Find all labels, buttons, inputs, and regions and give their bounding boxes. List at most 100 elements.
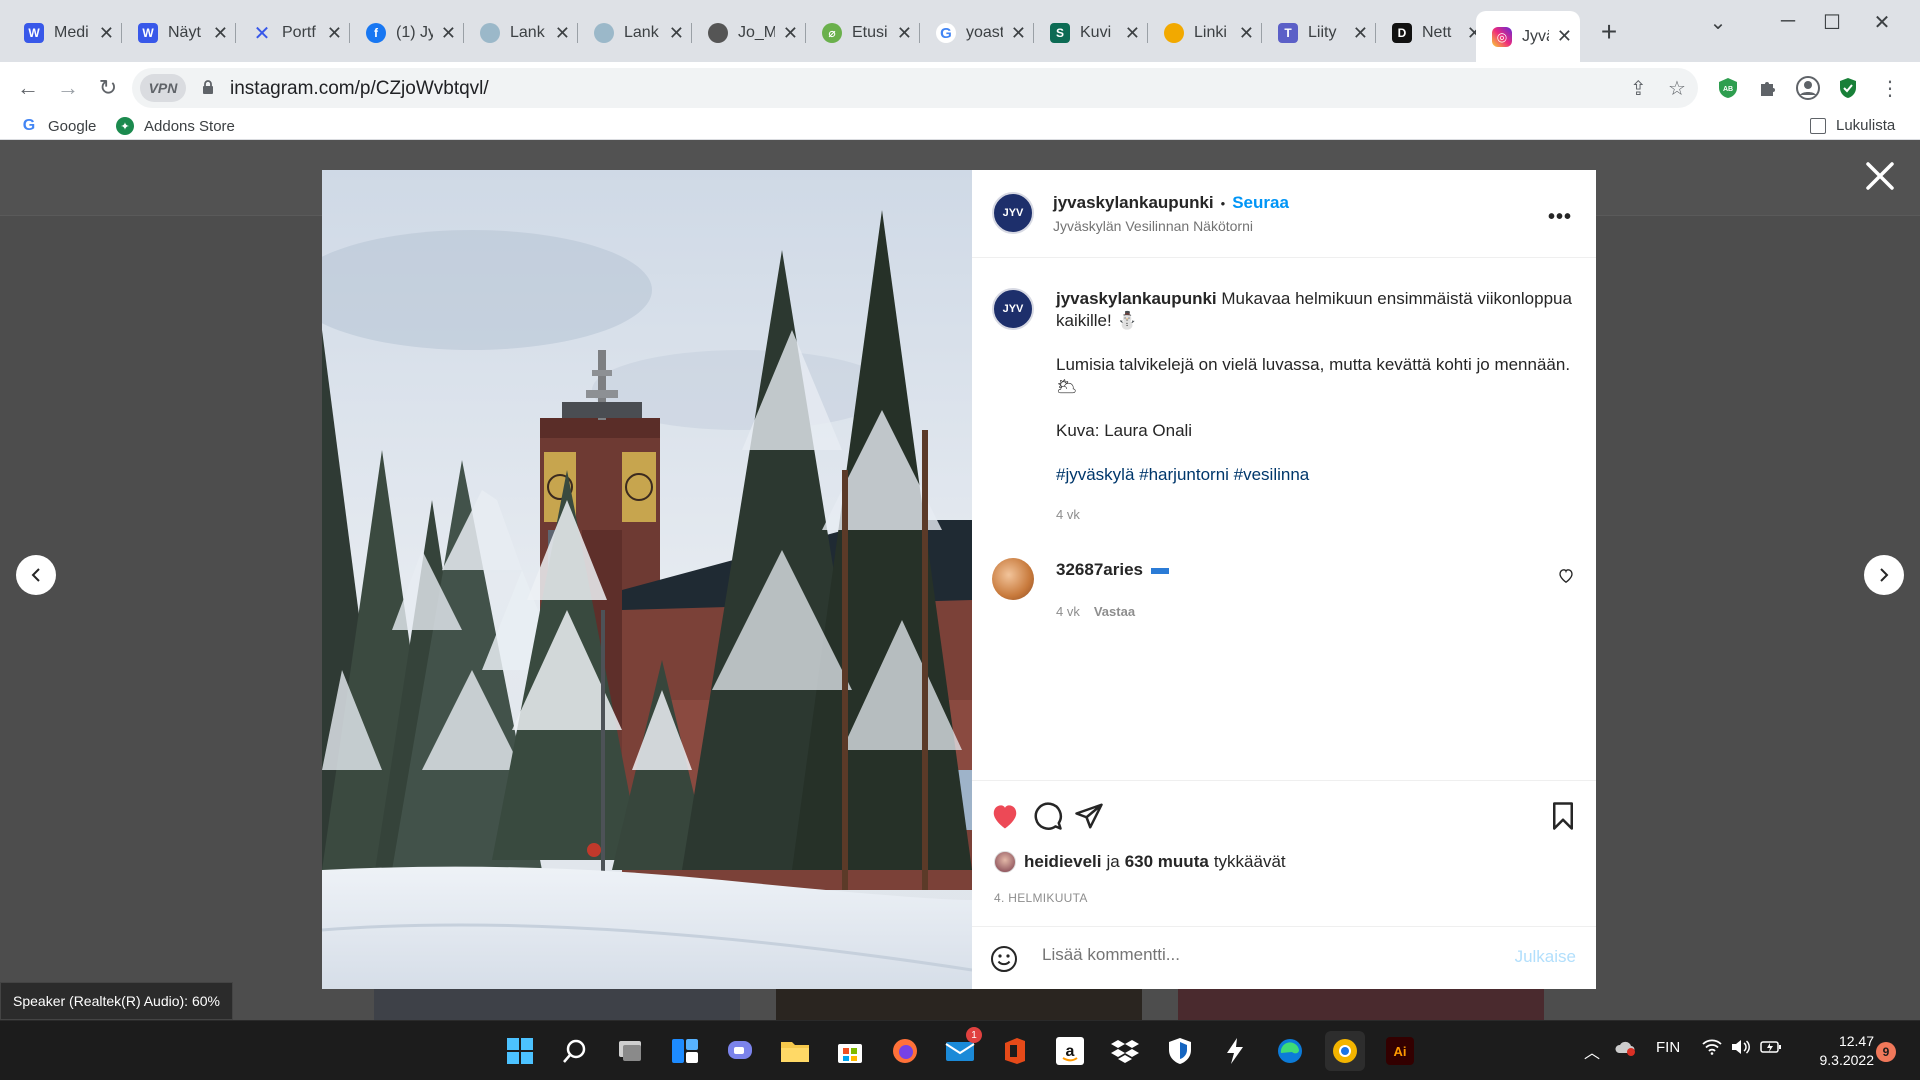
close-tab-icon[interactable]: ✕ — [99, 23, 114, 44]
previous-post-button[interactable] — [16, 555, 56, 595]
reload-button[interactable]: ↻ — [92, 72, 124, 104]
likes-count[interactable]: 630 muuta — [1125, 852, 1209, 872]
volume-icon[interactable] — [1730, 1039, 1750, 1059]
widgets-icon[interactable] — [665, 1031, 705, 1071]
address-bar[interactable]: VPN instagram.com/p/CZjoWvbtqvl/ ⇪ ☆ — [132, 68, 1698, 108]
security-shield-icon[interactable] — [1834, 74, 1862, 102]
author-username[interactable]: jyvaskylankaupunki — [1053, 193, 1214, 213]
forward-button[interactable]: → — [52, 72, 84, 104]
close-tab-icon[interactable]: ✕ — [555, 23, 570, 44]
commenter-avatar[interactable] — [992, 558, 1034, 600]
onedrive-cloud-icon[interactable] — [1614, 1039, 1636, 1061]
emoji-smiley-icon[interactable] — [990, 945, 1018, 973]
close-tab-icon[interactable]: ✕ — [1239, 23, 1254, 44]
chrome-icon[interactable] — [1325, 1031, 1365, 1071]
close-tab-icon[interactable]: ✕ — [213, 23, 228, 44]
close-tab-icon[interactable]: ✕ — [897, 23, 912, 44]
caption-author-avatar[interactable]: JYV — [992, 288, 1034, 330]
author-avatar[interactable]: JYV — [992, 192, 1034, 234]
browser-tab[interactable]: Lank ✕ — [464, 13, 578, 53]
comment-age[interactable]: 4 vk — [1056, 604, 1080, 619]
back-button[interactable]: ← — [12, 72, 44, 104]
like-heart-filled-icon[interactable] — [990, 801, 1020, 831]
first-liker-username[interactable]: heidieveli — [1024, 852, 1101, 872]
illustrator-icon[interactable]: Ai — [1380, 1031, 1420, 1071]
close-tab-icon[interactable]: ✕ — [327, 23, 342, 44]
browser-tab[interactable]: W Medi ✕ — [8, 13, 122, 53]
close-tab-icon[interactable]: ✕ — [1557, 26, 1572, 47]
browser-tab[interactable]: S Kuvi ✕ — [1034, 13, 1148, 53]
start-windows-icon[interactable] — [500, 1031, 540, 1071]
dropbox-icon[interactable] — [1105, 1031, 1145, 1071]
tray-overflow-chevron-icon[interactable]: ︿ — [1584, 1039, 1600, 1063]
browser-tab[interactable]: Jo_M ✕ — [692, 13, 806, 53]
mail-icon[interactable]: 1 — [940, 1027, 982, 1071]
file-explorer-icon[interactable] — [775, 1031, 815, 1071]
share-paper-plane-icon[interactable] — [1074, 801, 1104, 831]
battery-icon[interactable] — [1760, 1039, 1782, 1059]
extensions-puzzle-icon[interactable] — [1754, 74, 1782, 102]
lightning-app-icon[interactable] — [1215, 1031, 1255, 1071]
next-post-button[interactable] — [1864, 555, 1904, 595]
adblock-extension-icon[interactable]: AB — [1714, 74, 1742, 102]
browser-tab[interactable]: Linki ✕ — [1148, 13, 1262, 53]
edge-icon[interactable] — [1270, 1031, 1310, 1071]
input-language[interactable]: FIN — [1656, 1039, 1680, 1056]
liker-avatar[interactable] — [994, 851, 1016, 873]
reply-button[interactable]: Vastaa — [1094, 604, 1135, 619]
caption-age[interactable]: 4 vk — [1056, 504, 1576, 526]
tab-search-chevron-icon[interactable]: ⌄ — [1698, 10, 1738, 35]
commenter-username[interactable]: 32687aries — [1056, 560, 1143, 580]
office-icon[interactable] — [995, 1031, 1035, 1071]
browser-tab[interactable]: f (1) Jy ✕ — [350, 13, 464, 53]
bookmark-google[interactable]: G Google — [20, 117, 97, 135]
lock-icon[interactable] — [202, 79, 214, 95]
close-tab-icon[interactable]: ✕ — [1353, 23, 1368, 44]
minimize-button[interactable]: ─ — [1768, 10, 1808, 33]
browser-tab[interactable]: T Liity ✕ — [1262, 13, 1376, 53]
share-icon[interactable]: ⇪ — [1630, 76, 1647, 101]
publish-button[interactable]: Julkaise — [1515, 947, 1576, 967]
taskbar-clock[interactable]: 12.47 9.3.2022 — [1810, 1032, 1875, 1070]
bookmark-star-icon[interactable]: ☆ — [1668, 76, 1686, 101]
vpn-badge[interactable]: VPN — [140, 74, 186, 102]
url-text[interactable]: instagram.com/p/CZjoWvbtqvl/ — [230, 78, 489, 100]
new-tab-button[interactable]: + — [1594, 16, 1624, 48]
firefox-icon[interactable] — [885, 1031, 925, 1071]
search-icon[interactable] — [555, 1031, 595, 1071]
close-window-button[interactable]: ✕ — [1862, 10, 1902, 35]
close-tab-icon[interactable]: ✕ — [1125, 23, 1140, 44]
post-location[interactable]: Jyväskylän Vesilinnan Näkötorni — [1053, 218, 1253, 234]
browser-tab[interactable]: ⌀ Etusi ✕ — [806, 13, 920, 53]
comment-like-heart-icon[interactable] — [1558, 568, 1574, 583]
post-date[interactable]: 4. HELMIKUUTA — [994, 891, 1088, 905]
more-options-icon[interactable]: ••• — [1548, 206, 1572, 229]
notification-count-badge[interactable]: 9 — [1876, 1042, 1896, 1062]
post-photo[interactable] — [322, 170, 972, 989]
bookmark-addons-store[interactable]: ✦ Addons Store — [116, 117, 235, 135]
hashtags[interactable]: #jyväskylä #harjuntorni #vesilinna — [1056, 464, 1576, 486]
close-tab-icon[interactable]: ✕ — [1011, 23, 1026, 44]
comment-bubble-icon[interactable] — [1033, 801, 1063, 831]
wifi-icon[interactable] — [1702, 1039, 1722, 1059]
close-modal-icon[interactable] — [1862, 158, 1898, 194]
browser-tab-active[interactable]: ◎ Jyväs ✕ — [1476, 11, 1580, 62]
teams-chat-icon[interactable] — [720, 1031, 760, 1071]
maximize-button[interactable]: ☐ — [1812, 10, 1852, 35]
menu-kebab-icon[interactable]: ⋮ — [1876, 74, 1904, 102]
caption-username[interactable]: jyvaskylankaupunki — [1056, 289, 1217, 308]
browser-tab[interactable]: ✕ Portf ✕ — [236, 13, 350, 53]
browser-tab[interactable]: W Näyt ✕ — [122, 13, 236, 53]
amazon-icon[interactable]: a — [1050, 1031, 1090, 1071]
shield-vpn-icon[interactable] — [1160, 1031, 1200, 1071]
task-view-icon[interactable] — [610, 1031, 650, 1071]
microsoft-store-icon[interactable] — [830, 1031, 870, 1071]
browser-tab[interactable]: G yoast ✕ — [920, 13, 1034, 53]
profile-icon[interactable] — [1794, 74, 1822, 102]
close-tab-icon[interactable]: ✕ — [783, 23, 798, 44]
browser-tab[interactable]: D Nett ✕ — [1376, 13, 1490, 53]
comment-input[interactable] — [1042, 945, 1462, 965]
browser-tab[interactable]: Lank ✕ — [578, 13, 692, 53]
close-tab-icon[interactable]: ✕ — [669, 23, 684, 44]
save-bookmark-icon[interactable] — [1548, 801, 1578, 831]
